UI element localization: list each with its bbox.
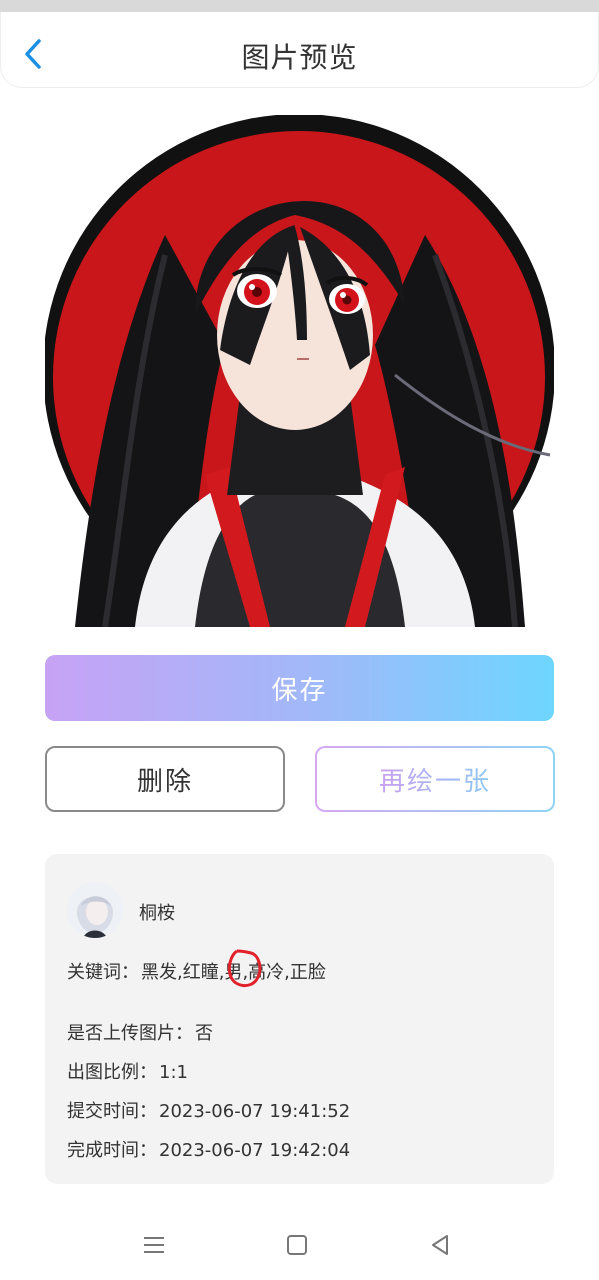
menu-button[interactable]	[139, 1230, 169, 1260]
avatar	[67, 882, 123, 938]
upload-row: 是否上传图片：否	[67, 1019, 213, 1045]
back-triangle-icon	[432, 1235, 448, 1255]
redraw-button-label: 再绘一张	[379, 761, 491, 798]
submit-time-label: 提交时间：	[67, 1101, 157, 1122]
keywords-value: 黑发,红瞳,男,高冷,正脸	[141, 962, 326, 983]
ratio-label: 出图比例：	[67, 1062, 157, 1083]
save-button[interactable]: 保存	[45, 655, 554, 721]
complete-time-value: 2023-06-07 19:42:04	[159, 1140, 351, 1161]
home-button[interactable]	[282, 1230, 312, 1260]
home-square-icon	[287, 1235, 307, 1255]
submit-time-value: 2023-06-07 19:41:52	[159, 1101, 351, 1122]
page-title: 图片预览	[241, 41, 358, 74]
header-bar: 图片预览	[0, 12, 599, 88]
redraw-button[interactable]: 再绘一张	[315, 746, 555, 812]
generated-image	[45, 115, 554, 627]
info-card: 桐桉 关键词： 黑发,红瞳,男,高冷,正脸 是否上传图片：否 出图比例： 1:1 提…	[45, 854, 554, 1184]
upload-value: 否	[195, 1023, 213, 1044]
keywords-label: 关键词：	[67, 962, 139, 983]
keywords-row: 关键词： 黑发,红瞳,男,高冷,正脸	[67, 958, 326, 984]
complete-time-row: 完成时间： 2023-06-07 19:42:04	[67, 1136, 350, 1162]
ratio-value: 1:1	[159, 1062, 188, 1083]
complete-time-label: 完成时间：	[67, 1140, 157, 1161]
status-bar	[0, 0, 599, 12]
submit-time-row: 提交时间： 2023-06-07 19:41:52	[67, 1097, 350, 1123]
delete-button[interactable]: 删除	[45, 746, 285, 812]
system-nav-bar	[0, 1210, 599, 1280]
ratio-row: 出图比例： 1:1	[67, 1058, 188, 1084]
username: 桐桉	[139, 903, 175, 924]
back-nav-button[interactable]	[425, 1230, 455, 1260]
upload-label: 是否上传图片：	[67, 1023, 193, 1044]
menu-icon	[144, 1237, 164, 1253]
